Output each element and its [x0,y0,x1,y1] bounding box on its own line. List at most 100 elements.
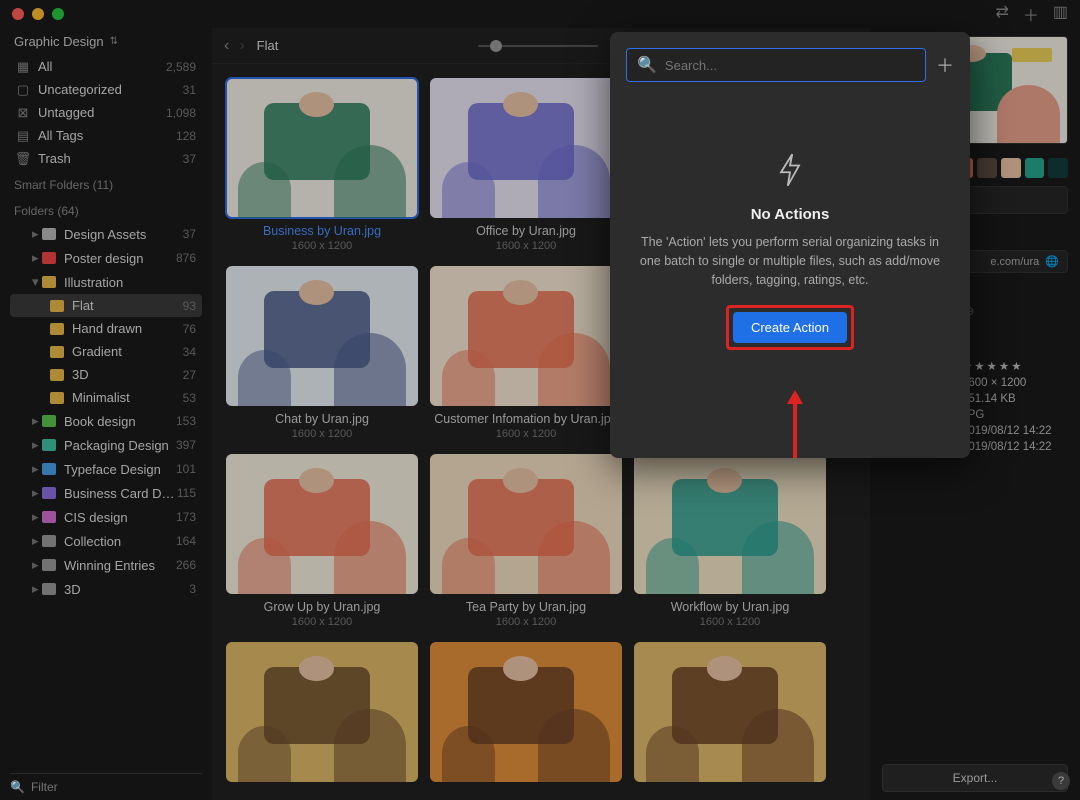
folder-poster-design[interactable]: ▸Poster design876 [10,246,202,270]
bolt-icon [776,152,804,188]
grid-item[interactable] [430,642,622,782]
grid-item[interactable]: Grow Up by Uran.jpg1600 x 1200 [226,454,418,628]
disclosure-icon[interactable]: ▸ [32,485,42,501]
sidebar-item-all[interactable]: ▦All2,589 [10,55,202,78]
thumbnail[interactable] [226,78,418,218]
folder-icon [42,227,56,241]
disclosure-icon[interactable]: ▸ [32,533,42,549]
thumbnail[interactable] [634,642,826,782]
create-action-button[interactable]: Create Action [733,312,847,343]
folder-business-card-des-[interactable]: ▸Business Card Des…115 [10,481,202,505]
sidebar-item-uncategorized[interactable]: ▢Uncategorized31 [10,78,202,101]
disclosure-icon[interactable]: ▸ [32,461,42,477]
folder-icon [50,345,64,359]
disclosure-icon[interactable]: ▸ [32,581,42,597]
caption: Office by Uran.jpg [476,224,576,238]
disclosure-icon[interactable]: ▸ [32,437,42,453]
color-swatch[interactable] [1048,158,1068,178]
folder-illustration[interactable]: ▾Illustration [10,270,202,294]
popover-search-input[interactable] [665,58,915,73]
folder-icon [50,299,64,313]
folder-design-assets[interactable]: ▸Design Assets37 [10,222,202,246]
sidebar: Graphic Design ⇅ ▦All2,589▢Uncategorized… [0,28,212,800]
window-close[interactable] [12,8,24,20]
color-swatch[interactable] [1001,158,1021,178]
grid-item[interactable]: Customer Infomation by Uran.jpg1600 x 12… [430,266,622,440]
folder-3d[interactable]: 3D27 [10,363,202,386]
thumbnail[interactable] [226,454,418,594]
filter-input[interactable] [31,780,202,794]
folder-icon [42,251,56,265]
grid-item[interactable]: Office by Uran.jpg 1600 x 1200 [430,78,622,252]
caption: Workflow by Uran.jpg [671,600,790,614]
help-button[interactable]: ? [1052,772,1070,790]
plus-icon[interactable]: ＋ [1023,2,1039,26]
popover-search[interactable]: 🔍 [626,48,926,82]
folder-book-design[interactable]: ▸Book design153 [10,409,202,433]
grid-item[interactable] [634,642,826,782]
thumbnail[interactable] [226,266,418,406]
folder-icon [42,534,56,548]
folder-collection[interactable]: ▸Collection164 [10,529,202,553]
nav-back-icon[interactable]: ‹ [224,37,229,55]
popover-add-icon[interactable]: ＋ [936,52,954,78]
sidebar-item-untagged[interactable]: ⊠Untagged1,098 [10,101,202,124]
thumbnail[interactable] [430,78,622,218]
folder-cis-design[interactable]: ▸CIS design173 [10,505,202,529]
folder-typeface-design[interactable]: ▸Typeface Design101 [10,457,202,481]
thumbnail[interactable] [430,642,622,782]
actions-popover: 🔍 ＋ No Actions The 'Action' lets you per… [610,32,970,458]
folder-3d[interactable]: ▸3D3 [10,577,202,601]
swap-icon[interactable]: ⇄ [995,2,1008,26]
folder-icon [42,510,56,524]
disclosure-icon[interactable]: ▸ [32,413,42,429]
dimensions-label: 1600 x 1200 [496,428,557,440]
disclosure-icon[interactable]: ▸ [32,226,42,242]
grid-item[interactable]: Tea Party by Uran.jpg1600 x 1200 [430,454,622,628]
disclosure-icon[interactable]: ▸ [32,509,42,525]
folder-minimalist[interactable]: Minimalist53 [10,386,202,409]
disclosure-icon[interactable]: ▾ [32,274,42,290]
thumbnail[interactable] [430,454,622,594]
dimensions-label: 1600 x 1200 [496,240,557,252]
caption: Tea Party by Uran.jpg [466,600,586,614]
grid-item[interactable]: Workflow by Uran.jpg1600 x 1200 [634,454,826,628]
smart-folders-header[interactable]: Smart Folders (11) [10,170,202,196]
globe-icon: 🌐 [1045,255,1059,268]
disclosure-icon[interactable]: ▸ [32,250,42,266]
folders-header[interactable]: Folders (64) [10,196,202,222]
thumbnail[interactable] [634,454,826,594]
color-swatch[interactable] [1025,158,1045,178]
caption: Business by Uran.jpg [263,224,381,238]
folder-icon [42,275,56,289]
grid-item[interactable]: Business by Uran.jpg1600 x 1200 [226,78,418,252]
folder-hand-drawn[interactable]: Hand drawn76 [10,317,202,340]
sidebar-item-trash[interactable]: 🗑Trash37 [10,147,202,170]
folder-packaging-design[interactable]: ▸Packaging Design397 [10,433,202,457]
chevron-updown-icon: ⇅ [110,36,118,47]
popover-title: No Actions [751,206,830,223]
grid-item[interactable]: Chat by Uran.jpg 1600 x 1200 [226,266,418,440]
sidebar-filter[interactable]: 🔍 [10,773,202,794]
sidebar-toggle-icon[interactable]: ▥ [1053,2,1068,26]
folder-flat[interactable]: Flat93 [10,294,202,317]
nav-forward-icon[interactable]: › [239,37,244,55]
folder-icon [42,582,56,596]
export-button[interactable]: Export... [882,764,1068,792]
folder-winning-entries[interactable]: ▸Winning Entries266 [10,553,202,577]
library-switcher[interactable]: Graphic Design ⇅ [10,28,202,55]
caption: Chat by Uran.jpg [275,412,369,426]
grid-item[interactable] [226,642,418,782]
color-swatch[interactable] [977,158,997,178]
thumbnail[interactable] [430,266,622,406]
folder-icon [42,438,56,452]
sidebar-item-all-tags[interactable]: ▤All Tags128 [10,124,202,147]
thumbnail[interactable] [226,642,418,782]
folder-gradient[interactable]: Gradient34 [10,340,202,363]
disclosure-icon[interactable]: ▸ [32,557,42,573]
window-maximize[interactable] [52,8,64,20]
tags-icon: ▤ [16,129,30,143]
window-minimize[interactable] [32,8,44,20]
dimensions-label: 1600 x 1200 [292,428,353,440]
zoom-slider[interactable] [478,45,598,47]
